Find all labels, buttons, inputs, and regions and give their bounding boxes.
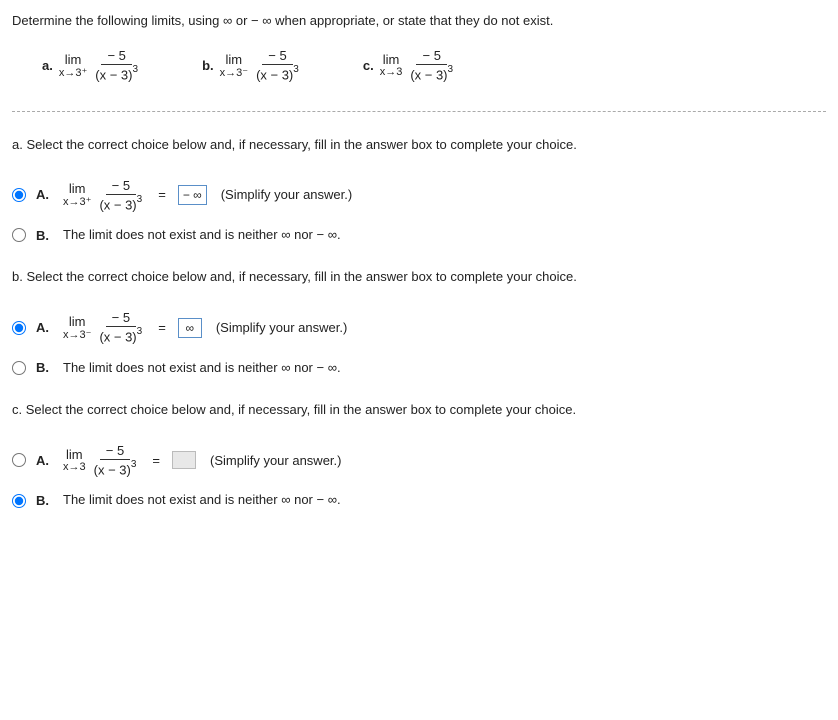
- radio-b-a[interactable]: [12, 321, 26, 335]
- lim-sub: x→3: [380, 66, 403, 78]
- part-b-group: A. lim x→3⁻ − 5 (x − 3)3 = ∞ (Simplify y…: [12, 310, 826, 377]
- limit-a-label: a.: [42, 58, 53, 73]
- limit-b-label: b.: [202, 58, 214, 73]
- lim-sub: x→3: [63, 461, 86, 473]
- part-b-choice-b[interactable]: B. The limit does not exist and is neith…: [12, 359, 826, 377]
- part-a-choice-b[interactable]: B. The limit does not exist and is neith…: [12, 226, 826, 244]
- limit-a-math: lim x→3⁺ − 5 (x − 3)3: [59, 48, 142, 82]
- limit-b-math: lim x→3⁻ − 5 (x − 3)3: [220, 48, 303, 82]
- choice-text: The limit does not exist and is neither …: [63, 226, 341, 244]
- fraction-num: − 5: [106, 310, 136, 327]
- part-c-group: A. lim x→3 − 5 (x − 3)3 = (Simplify your…: [12, 443, 826, 510]
- choice-text: The limit does not exist and is neither …: [63, 359, 341, 377]
- part-a-choice-a[interactable]: A. lim x→3⁺ − 5 (x − 3)3 = − ∞ (Simplify…: [12, 178, 826, 212]
- equals: =: [158, 187, 166, 202]
- answer-input-a[interactable]: − ∞: [178, 185, 207, 205]
- lim-sub: x→3⁺: [63, 195, 91, 208]
- fraction-num: − 5: [100, 443, 130, 460]
- hint: (Simplify your answer.): [221, 187, 352, 202]
- part-a-a-math: lim x→3⁺ − 5 (x − 3)3: [63, 178, 146, 212]
- fraction-num: − 5: [416, 48, 446, 65]
- radio-c-a[interactable]: [12, 453, 26, 467]
- answer-input-b[interactable]: ∞: [178, 318, 202, 338]
- choice-label: A.: [36, 453, 49, 468]
- limits-row: a. lim x→3⁺ − 5 (x − 3)3 b. lim x→3⁻ − 5…: [12, 48, 826, 82]
- choice-label: B.: [36, 493, 49, 508]
- part-b-choice-a[interactable]: A. lim x→3⁻ − 5 (x − 3)3 = ∞ (Simplify y…: [12, 310, 826, 344]
- part-b-a-math: lim x→3⁻ − 5 (x − 3)3: [63, 310, 146, 344]
- part-c-choice-b[interactable]: B. The limit does not exist and is neith…: [12, 491, 826, 509]
- choice-label: B.: [36, 360, 49, 375]
- fraction-den: (x − 3)3: [406, 65, 457, 82]
- part-b-prompt: b. Select the correct choice below and, …: [12, 268, 826, 286]
- part-c-a-math: lim x→3 − 5 (x − 3)3: [63, 443, 140, 477]
- lim-word: lim: [383, 52, 400, 67]
- radio-c-b[interactable]: [12, 494, 26, 508]
- fraction-num: − 5: [101, 48, 131, 65]
- choice-label: B.: [36, 228, 49, 243]
- fraction-den: (x − 3)3: [95, 327, 146, 344]
- radio-a-a[interactable]: [12, 188, 26, 202]
- lim-word: lim: [65, 52, 82, 67]
- part-c-prompt: c. Select the correct choice below and, …: [12, 401, 826, 419]
- hint: (Simplify your answer.): [216, 320, 347, 335]
- lim-sub: x→3⁻: [63, 328, 91, 341]
- fraction-den: (x − 3)3: [252, 65, 303, 82]
- choice-label: A.: [36, 187, 49, 202]
- part-a-prompt: a. Select the correct choice below and, …: [12, 136, 826, 154]
- lim-word: lim: [69, 181, 86, 196]
- choice-label: A.: [36, 320, 49, 335]
- choice-text: The limit does not exist and is neither …: [63, 491, 341, 509]
- radio-a-b[interactable]: [12, 228, 26, 242]
- fraction-den: (x − 3)3: [95, 195, 146, 212]
- limit-item-c: c. lim x→3 − 5 (x − 3)3: [363, 48, 457, 82]
- radio-b-b[interactable]: [12, 361, 26, 375]
- lim-sub: x→3⁺: [59, 66, 87, 79]
- answer-input-c[interactable]: [172, 451, 196, 469]
- limit-c-label: c.: [363, 58, 374, 73]
- limit-c-math: lim x→3 − 5 (x − 3)3: [380, 48, 457, 82]
- part-c-choice-a[interactable]: A. lim x→3 − 5 (x − 3)3 = (Simplify your…: [12, 443, 826, 477]
- equals: =: [158, 320, 166, 335]
- divider: [12, 111, 826, 112]
- limit-item-b: b. lim x→3⁻ − 5 (x − 3)3: [202, 48, 303, 82]
- lim-word: lim: [66, 447, 83, 462]
- lim-word: lim: [226, 52, 243, 67]
- limit-item-a: a. lim x→3⁺ − 5 (x − 3)3: [42, 48, 142, 82]
- part-a-group: A. lim x→3⁺ − 5 (x − 3)3 = − ∞ (Simplify…: [12, 178, 826, 245]
- lim-sub: x→3⁻: [220, 66, 248, 79]
- question-instructions: Determine the following limits, using ∞ …: [12, 12, 826, 30]
- lim-word: lim: [69, 314, 86, 329]
- fraction-den: (x − 3)3: [91, 65, 142, 82]
- fraction-num: − 5: [262, 48, 292, 65]
- fraction-num: − 5: [106, 178, 136, 195]
- hint: (Simplify your answer.): [210, 453, 341, 468]
- fraction-den: (x − 3)3: [90, 460, 141, 477]
- equals: =: [152, 453, 160, 468]
